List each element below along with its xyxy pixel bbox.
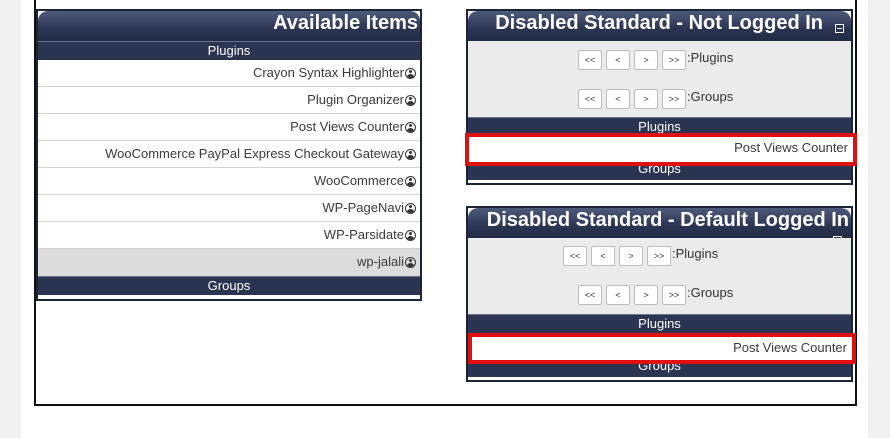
available-item[interactable]: Post Views Counter: [38, 114, 420, 141]
last-page-button[interactable]: >>: [647, 246, 671, 266]
available-item-label: WooCommerce: [313, 173, 404, 188]
first-page-button[interactable]: <<: [578, 50, 602, 70]
user-icon: [405, 121, 416, 133]
default-logged-in-item-highlight[interactable]: Post Views Counter: [468, 333, 856, 364]
user-icon: [405, 229, 416, 241]
available-item-selected[interactable]: wp-jalali: [38, 249, 420, 276]
plugins-nav-label: :Plugins: [687, 49, 734, 65]
plugins-pagination: << < > >> :Plugins: [563, 246, 718, 266]
available-item[interactable]: WooCommerce PayPal Express Checkout Gate…: [38, 141, 420, 168]
groups-nav-label: :Groups: [687, 88, 734, 104]
plugins-nav-label: :Plugins: [672, 245, 719, 261]
user-icon: [405, 175, 416, 187]
user-icon: [405, 94, 416, 106]
available-plugins-bar[interactable]: Plugins: [38, 41, 420, 60]
user-icon: [405, 148, 416, 160]
prev-page-button[interactable]: <: [606, 285, 630, 305]
available-groups-bar[interactable]: Groups: [38, 276, 420, 295]
groups-pagination: << < > >> :Groups: [578, 285, 733, 305]
first-page-button[interactable]: <<: [563, 246, 587, 266]
available-item-label: Crayon Syntax Highlighter: [252, 65, 404, 80]
default-logged-in-plugins-bar[interactable]: Plugins: [468, 314, 851, 333]
available-items-header: Available Items: [38, 11, 420, 41]
prev-page-button[interactable]: <: [606, 89, 630, 109]
groups-nav-label: :Groups: [687, 284, 734, 300]
available-item-label: WP-PageNavi: [322, 200, 404, 215]
next-page-button[interactable]: >: [619, 246, 643, 266]
user-icon: [405, 202, 416, 214]
not-logged-in-item: Post Views Counter: [734, 140, 848, 155]
available-item[interactable]: WooCommerce: [38, 168, 420, 195]
user-icon: [405, 256, 416, 268]
available-item-label: WooCommerce PayPal Express Checkout Gate…: [105, 146, 404, 161]
available-item-label: Post Views Counter: [290, 119, 404, 134]
plugins-pagination: << < > >> :Plugins: [578, 50, 733, 70]
first-page-button[interactable]: <<: [578, 285, 602, 305]
available-item[interactable]: WP-PageNavi: [38, 195, 420, 222]
next-page-button[interactable]: >: [634, 50, 658, 70]
available-item[interactable]: WP-Parsidate: [38, 222, 420, 249]
groups-pagination: << < > >> :Groups: [578, 89, 733, 109]
not-logged-in-item-highlight[interactable]: Post Views Counter: [465, 133, 857, 166]
user-icon: [405, 67, 416, 79]
available-item[interactable]: Plugin Organizer: [38, 87, 420, 114]
available-items-list: Crayon Syntax Highlighter Plugin Organiz…: [38, 60, 420, 276]
last-page-button[interactable]: >>: [662, 50, 686, 70]
next-page-button[interactable]: >: [634, 89, 658, 109]
available-items-title: Available Items: [273, 12, 418, 34]
not-logged-in-title: Disabled Standard - Not Logged In: [495, 12, 823, 34]
available-item[interactable]: Crayon Syntax Highlighter: [38, 60, 420, 87]
not-logged-in-nav: << < > >> :Plugins << < > >> :Groups: [468, 41, 851, 117]
default-logged-in-item: Post Views Counter: [733, 340, 847, 355]
last-page-button[interactable]: >>: [662, 285, 686, 305]
first-page-button[interactable]: <<: [578, 89, 602, 109]
available-item-label: WP-Parsidate: [323, 227, 404, 242]
not-logged-in-header: Disabled Standard - Not Logged In: [468, 11, 851, 41]
collapse-icon[interactable]: [835, 24, 844, 33]
available-items-panel: Available Items Plugins Crayon Syntax Hi…: [36, 9, 422, 301]
default-logged-in-title: Disabled Standard - Default Logged In: [486, 209, 849, 231]
default-logged-in-header: Disabled Standard - Default Logged In: [468, 208, 851, 245]
last-page-button[interactable]: >>: [662, 89, 686, 109]
default-logged-in-nav: << < > >> :Plugins << < > >> :Groups: [468, 238, 851, 314]
prev-page-button[interactable]: <: [591, 246, 615, 266]
prev-page-button[interactable]: <: [606, 50, 630, 70]
next-page-button[interactable]: >: [634, 285, 658, 305]
available-item-label: wp-jalali: [357, 254, 404, 269]
available-item-label: Plugin Organizer: [307, 92, 404, 107]
